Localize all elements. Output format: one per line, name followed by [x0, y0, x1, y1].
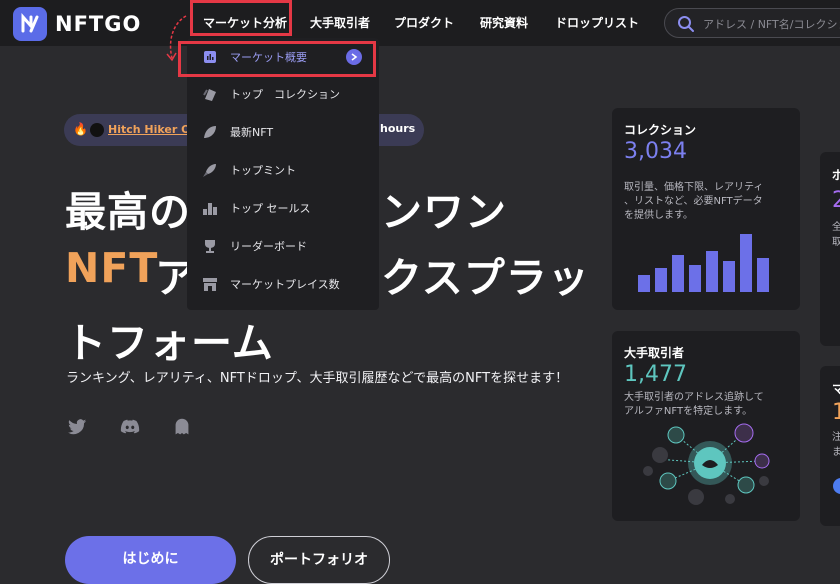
cards-icon: [202, 86, 218, 102]
nav-drop-list[interactable]: ドロップリスト: [555, 14, 639, 31]
menu-item-leaderboard[interactable]: リーダーボード: [187, 232, 379, 260]
whales-card-title: 大手取引者: [624, 346, 685, 360]
menu-item-latest-nft[interactable]: 最新NFT: [187, 118, 379, 146]
menu-item-label: 最新NFT: [230, 126, 274, 139]
search-placeholder: アドレス / NFT名/コレクション: [703, 18, 840, 31]
collection-bar: [706, 251, 718, 292]
menu-item-label: トップミント: [230, 164, 296, 177]
partial-card-title: ポ: [832, 168, 840, 182]
get-started-label: はじめに: [122, 551, 179, 567]
menu-item-label: トップ セールス: [230, 202, 311, 215]
search-icon: [678, 16, 694, 32]
collection-description: 取引量、価格下限、レアリティ 、リストなど、必要NFTデータ を提供します。: [624, 182, 764, 221]
partial-card2-title: マ: [832, 382, 840, 396]
ticker-hours: hours: [380, 122, 416, 135]
brand-name: NFTGO: [55, 12, 142, 36]
chain-icon: [833, 478, 840, 494]
discord-icon[interactable]: [119, 416, 141, 438]
market-analysis-dropdown: マーケット概要 トップ コレクション 最新NFT トップミント トップ セールス…: [187, 38, 379, 310]
menu-item-label: リーダーボード: [230, 240, 307, 253]
get-started-button[interactable]: はじめに: [65, 536, 236, 584]
hero-subtitle: ランキング、レアリティ、NFTドロップ、大手取引履歴などで最高のNFTを探せます…: [66, 371, 569, 386]
portfolio-button[interactable]: ポートフォリオ: [248, 536, 390, 584]
hero-title-line1-a: 最高の: [65, 188, 191, 236]
collection-bar: [655, 268, 667, 292]
logo-mark: [13, 7, 47, 41]
menu-item-label: トップ コレクション: [230, 88, 340, 101]
menu-item-label: マーケットプレイス数: [230, 278, 340, 291]
collection-card[interactable]: コレクション 3,034 取引量、価格下限、レアリティ 、リストなど、必要NFT…: [612, 108, 800, 310]
leaf-icon: [202, 124, 218, 140]
fire-icon: 🔥: [73, 122, 88, 136]
whales-count: 1,477: [624, 362, 687, 387]
nav-highlight-box: [190, 0, 292, 36]
collection-bar-chart: [638, 234, 769, 292]
collection-bar: [638, 275, 650, 292]
nav-products[interactable]: プロダクト: [394, 14, 454, 31]
nav-whales[interactable]: 大手取引者: [310, 14, 370, 31]
portfolio-card-partial[interactable]: ポ 2 全 取: [820, 152, 840, 346]
menu-highlight-box: [178, 41, 376, 77]
collection-bar: [740, 234, 752, 292]
mint-card-partial[interactable]: マ 1 注 ま: [820, 366, 840, 526]
ghost-icon[interactable]: [171, 416, 193, 438]
partial-card-number: 2: [832, 188, 840, 213]
hero-title-line3: トフォーム: [65, 319, 274, 367]
collection-bar: [689, 265, 701, 292]
partial-card-desc1: 全: [832, 222, 840, 233]
nav-research[interactable]: 研究資料: [480, 14, 528, 31]
portfolio-label: ポートフォリオ: [270, 552, 368, 568]
whales-description: 大手取引者のアドレス追跡して アルファNFTを特定します。: [624, 392, 764, 417]
avatar: [90, 123, 104, 137]
collection-bar: [757, 258, 769, 292]
menu-item-top-sales[interactable]: トップ セールス: [187, 194, 379, 222]
partial-card2-number: 1: [832, 400, 840, 425]
partial-card-desc2: 取: [832, 237, 840, 248]
hero-title-line2-c: クスプラッ: [381, 254, 590, 302]
trophy-icon: [202, 238, 218, 254]
collection-card-title: コレクション: [624, 123, 697, 137]
menu-item-marketplaces[interactable]: マーケットプレイス数: [187, 270, 379, 298]
hero-title-nft: NFT: [65, 244, 159, 292]
menu-item-top-collections[interactable]: トップ コレクション: [187, 80, 379, 108]
whales-card[interactable]: 大手取引者 1,477 大手取引者のアドレス追跡して アルファNFTを特定します…: [612, 331, 800, 521]
logo[interactable]: NFTGO: [13, 7, 141, 41]
bars-icon: [202, 200, 218, 216]
partial-card2-desc2: ま: [832, 447, 840, 458]
collection-count: 3,034: [624, 139, 687, 164]
twitter-icon[interactable]: [66, 416, 88, 438]
top-navigation-bar: NFTGO マーケット分析 大手取引者 プロダクト 研究資料 ドロップリスト ア…: [0, 0, 840, 46]
rocket-icon: [202, 162, 218, 178]
store-icon: [202, 276, 218, 292]
partial-card2-desc1: 注: [832, 432, 840, 443]
whales-network-graphic: [643, 423, 770, 505]
collection-bar: [672, 255, 684, 292]
search-input[interactable]: アドレス / NFT名/コレクション: [664, 8, 840, 38]
hero-title-line1-b: ンワン: [381, 188, 507, 236]
collection-bar: [723, 261, 735, 292]
menu-item-top-mints[interactable]: トップミント: [187, 156, 379, 184]
